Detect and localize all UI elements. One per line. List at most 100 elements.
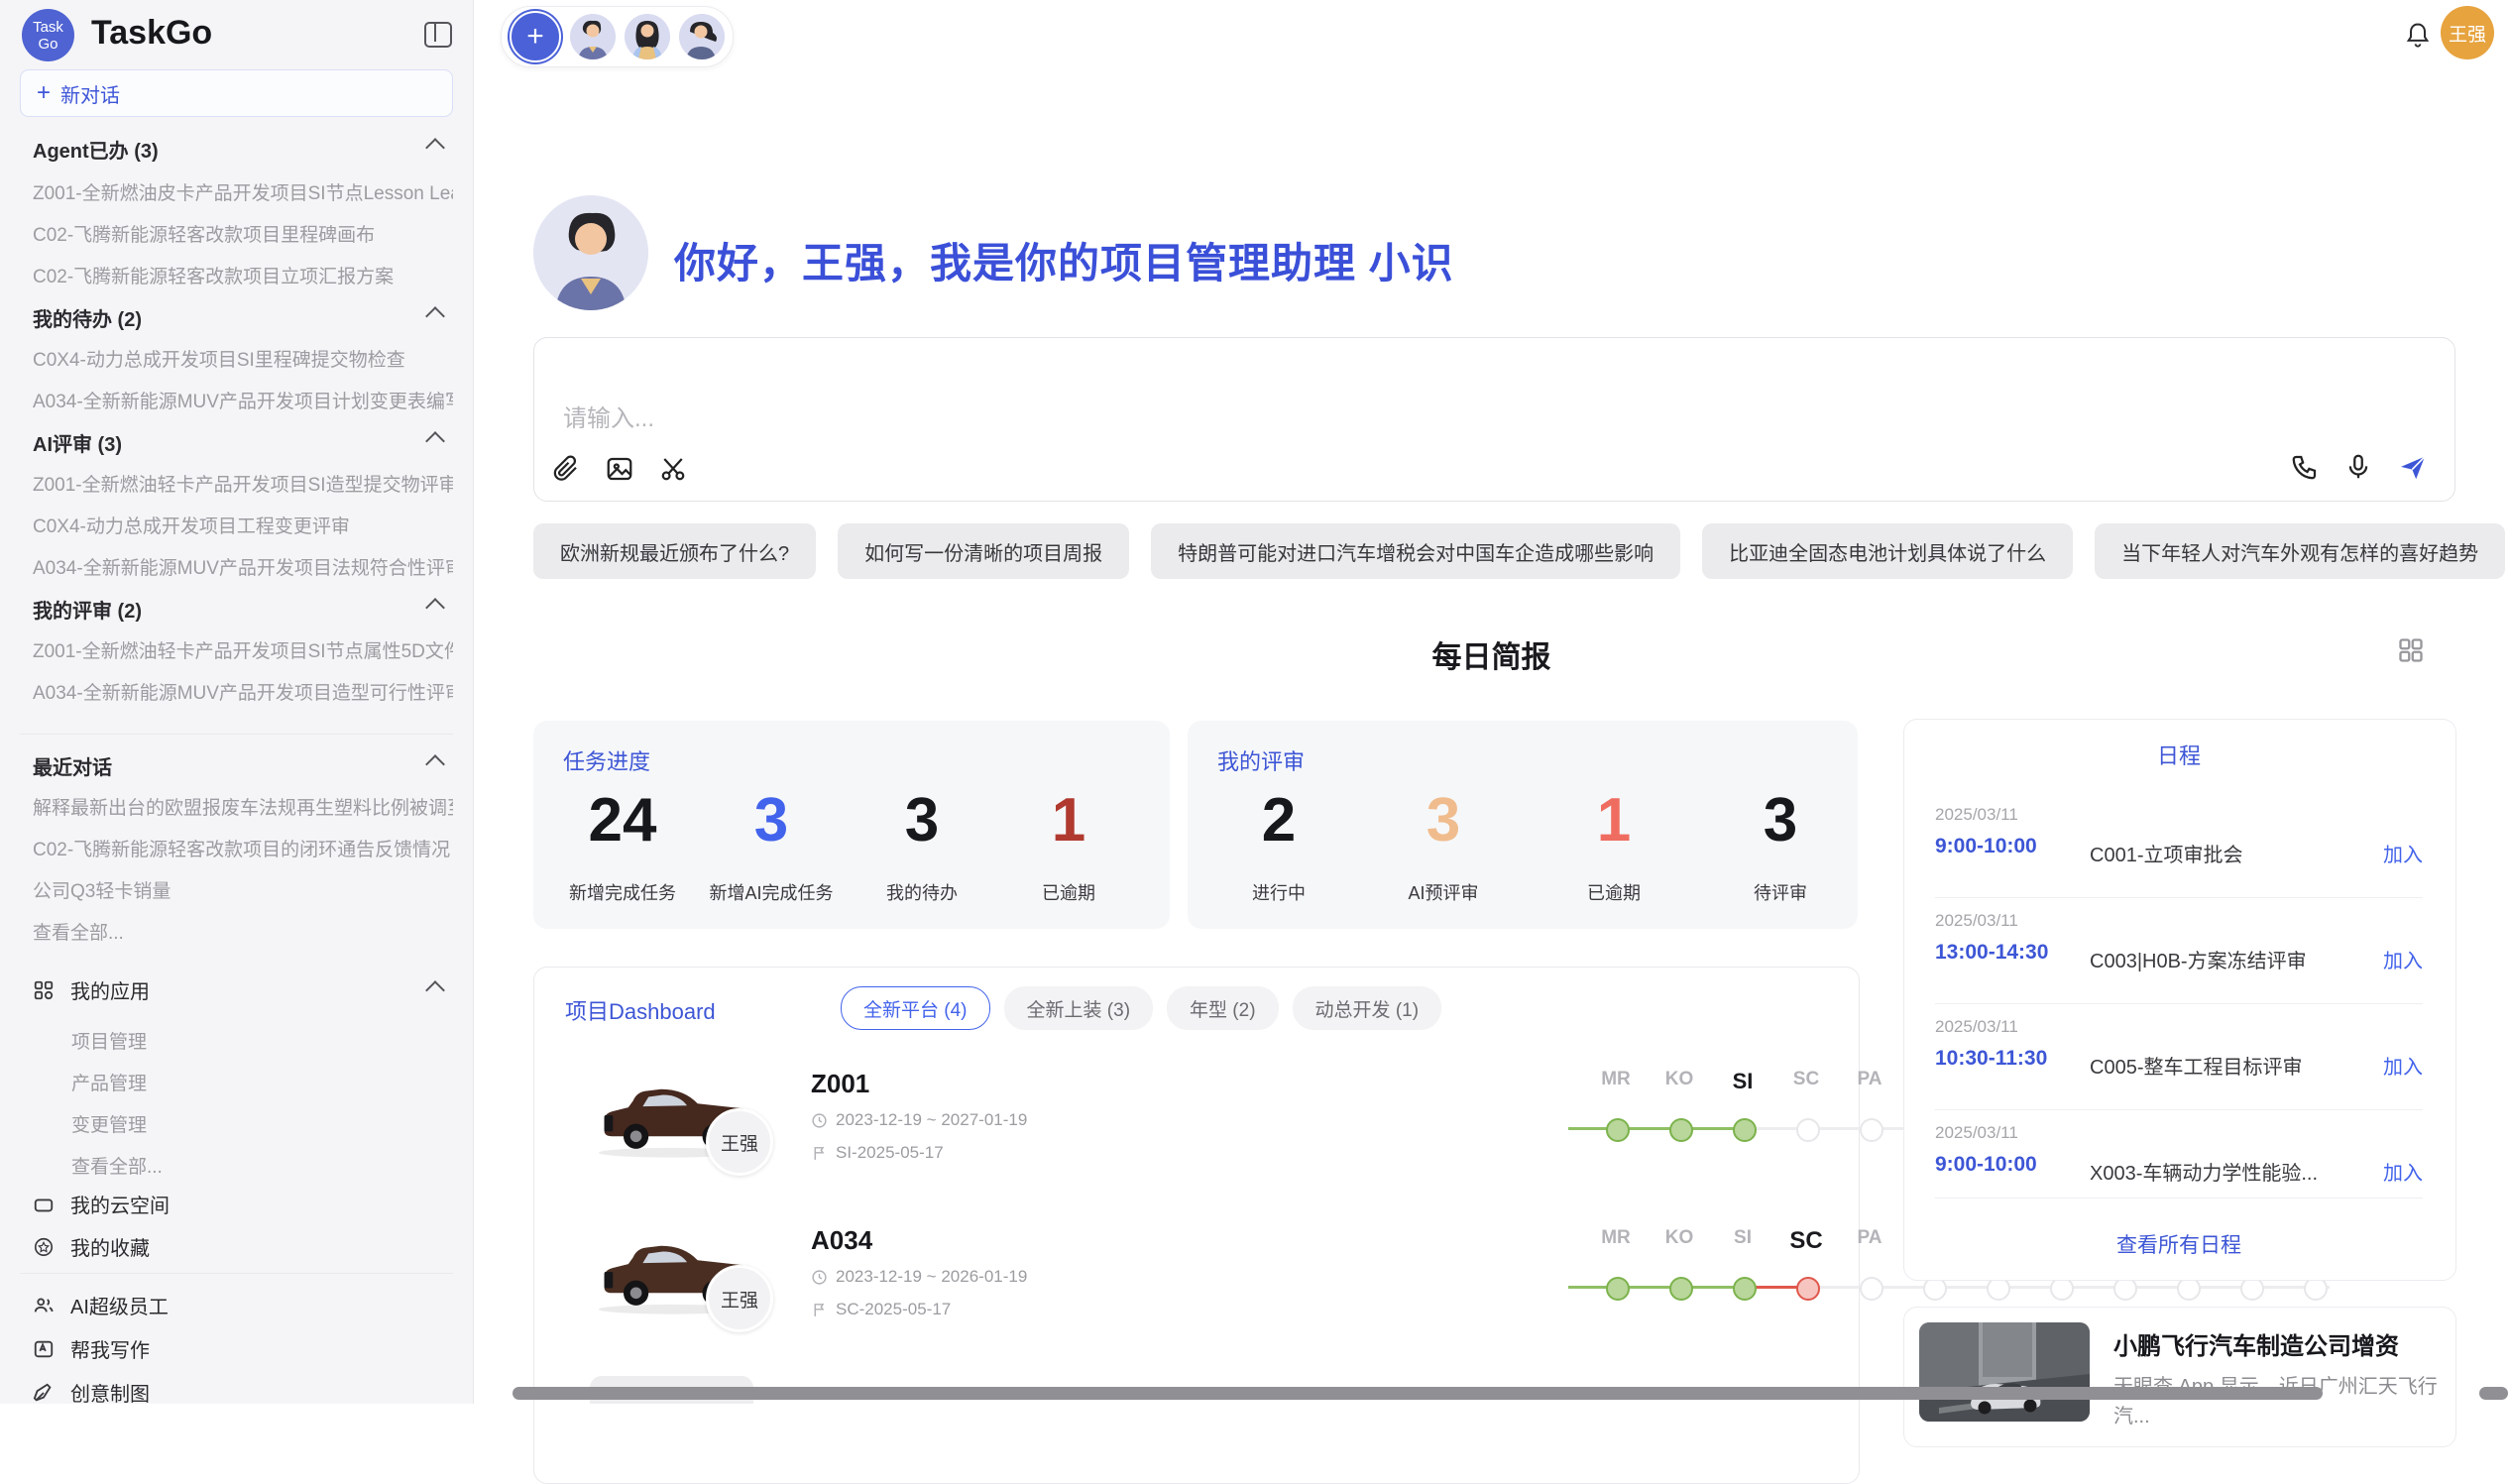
stat-label: AI预评审 <box>1408 879 1478 905</box>
suggestion-chip[interactable]: 如何写一份清晰的项目周报 <box>838 523 1129 579</box>
milestone: MR <box>1584 1069 1648 1148</box>
stat-value: 1 <box>1587 790 1641 852</box>
list-item[interactable]: C02-飞腾新能源轻客改款项目的闭环通告反馈情况 <box>33 835 453 861</box>
tab-label: 全新上装 (3) <box>1027 995 1131 1022</box>
schedule-item[interactable]: 2025/03/11 10:30-11:30 <box>1935 1017 2047 1071</box>
schedule-item[interactable]: 2025/03/11 9:00-10:00 <box>1935 1123 2037 1177</box>
tab-year-model[interactable]: 年型 (2) <box>1167 986 1279 1030</box>
input-attachment-toolbar <box>551 454 688 484</box>
milestone-label: KO <box>1665 1069 1694 1090</box>
schedule-date: 2025/03/11 <box>1935 1017 2047 1037</box>
milestone-label: SI <box>1734 1227 1752 1249</box>
dates-text: 2023-12-19 ~ 2026-01-19 <box>836 1267 1027 1287</box>
phone-icon[interactable] <box>2290 452 2320 482</box>
list-item[interactable]: C02-飞腾新能源轻客改款项目里程碑画布 <box>33 220 453 247</box>
flag-text: SI-2025-05-17 <box>836 1143 944 1163</box>
section-my-todo[interactable]: 我的待办 (2) <box>33 303 449 332</box>
view-all-schedule-link[interactable]: 查看所有日程 <box>1903 1229 2454 1259</box>
notifications-bell-icon[interactable] <box>2404 20 2432 50</box>
list-item[interactable]: A034-全新新能源MUV产品开发项目造型可行性评审 <box>33 678 453 705</box>
dashboard-tabs: 全新平台 (4) 全新上装 (3) 年型 (2) 动总开发 (1) <box>841 986 1441 1030</box>
tab-powertrain[interactable]: 动总开发 (1) <box>1293 986 1442 1030</box>
divider <box>20 734 453 735</box>
apps-view-all[interactable]: 查看全部... <box>71 1152 163 1179</box>
list-item[interactable]: C0X4-动力总成开发项目工程变更评审 <box>33 512 453 538</box>
new-chat-button[interactable]: + 新对话 <box>20 69 453 117</box>
layout-toggle-icon[interactable] <box>2397 636 2425 664</box>
horizontal-scrollbar[interactable] <box>513 1387 2323 1400</box>
join-link[interactable]: 加入 <box>2383 945 2423 973</box>
chat-input-box[interactable] <box>533 337 2455 502</box>
add-conversation-button[interactable]: + <box>510 11 561 62</box>
sidebar-item-my-apps[interactable]: 我的应用 <box>33 975 150 1004</box>
list-item[interactable]: 公司Q3轻卡销量 <box>33 876 453 903</box>
tab-upfit[interactable]: 全新上装 (3) <box>1004 986 1154 1030</box>
sidebar-item-product-mgmt[interactable]: 产品管理 <box>71 1069 147 1095</box>
list-item[interactable]: Z001-全新燃油轻卡产品开发项目SI节点属性5D文件评审 <box>33 636 453 663</box>
chat-input-placeholder: 请输入... <box>563 399 654 433</box>
stat-value: 3 <box>886 790 958 852</box>
join-link[interactable]: 加入 <box>2383 1157 2423 1186</box>
scrollbar-corner[interactable] <box>2479 1387 2508 1400</box>
divider <box>1935 1109 2423 1110</box>
join-link[interactable]: 加入 <box>2383 1051 2423 1080</box>
paperclip-icon[interactable] <box>551 454 581 484</box>
suggestion-chip[interactable]: 当下年轻人对汽车外观有怎样的喜好趋势 <box>2095 523 2505 579</box>
milestone: SC <box>1774 1069 1838 1148</box>
logo-text-1: Task <box>33 19 63 36</box>
schedule-item[interactable]: 2025/03/11 9:00-10:00 <box>1935 805 2037 858</box>
sidebar-item-project-mgmt[interactable]: 项目管理 <box>71 1027 147 1054</box>
stat: 1 已逾期 <box>1042 790 1095 905</box>
my-apps-label: 我的应用 <box>70 975 150 1004</box>
sidebar-item-creative-draw[interactable]: 创意制图 <box>33 1378 150 1407</box>
milestone-dot <box>1669 1118 1693 1142</box>
cloud-space-label: 我的云空间 <box>70 1190 170 1218</box>
sidebar-item-change-mgmt[interactable]: 变更管理 <box>71 1110 147 1137</box>
sidebar-item-ai-staff[interactable]: AI超级员工 <box>33 1291 169 1319</box>
project-code[interactable]: Z001 <box>811 1069 869 1099</box>
user-avatar[interactable]: 王强 <box>2441 6 2494 59</box>
avatar[interactable] <box>625 14 670 59</box>
list-item[interactable]: C02-飞腾新能源轻客改款项目立项汇报方案 <box>33 262 453 288</box>
greeting-text: 你好，王强，我是你的项目管理助理 小识 <box>674 230 1454 290</box>
recent-view-all[interactable]: 查看全部... <box>33 918 453 945</box>
section-recent-chats[interactable]: 最近对话 <box>33 751 449 780</box>
section-ai-review[interactable]: AI评审 (3) <box>33 428 449 457</box>
project-dates: 2023-12-19 ~ 2027-01-19 <box>811 1110 1027 1130</box>
clock-icon <box>811 1269 828 1286</box>
sidebar-item-cloud-space[interactable]: 我的云空间 <box>33 1190 170 1218</box>
project-code[interactable]: A034 <box>811 1225 872 1256</box>
list-item[interactable]: 解释最新出台的欧盟报废车法规再生塑料比例被调至15%... <box>33 793 453 820</box>
send-icon[interactable] <box>2397 452 2427 482</box>
list-item[interactable]: Z001-全新燃油轻卡产品开发项目SI造型提交物评审 <box>33 470 453 497</box>
assistant-avatar <box>533 195 648 310</box>
scissors-icon[interactable] <box>658 454 688 484</box>
sidebar-item-favorites[interactable]: 我的收藏 <box>33 1232 150 1261</box>
avatar[interactable] <box>570 14 616 59</box>
image-icon[interactable] <box>605 454 634 484</box>
schedule-item[interactable]: 2025/03/11 13:00-14:30 <box>1935 911 2048 965</box>
list-item[interactable]: Z001-全新燃油皮卡产品开发项目SI节点Lesson Learn报告 <box>33 178 453 205</box>
milestone-label: MR <box>1601 1069 1631 1090</box>
sidebar-collapse-icon[interactable] <box>424 22 452 48</box>
microphone-icon[interactable] <box>2343 452 2373 482</box>
suggestion-chip[interactable]: 特朗普可能对进口汽车增税会对中国车企造成哪些影响 <box>1151 523 1680 579</box>
list-item[interactable]: C0X4-动力总成开发项目SI里程碑提交物检查 <box>33 345 453 372</box>
milestone-dot <box>1796 1118 1820 1142</box>
tab-label: 全新平台 (4) <box>863 995 968 1022</box>
join-link[interactable]: 加入 <box>2383 839 2423 867</box>
tab-platform[interactable]: 全新平台 (4) <box>841 986 990 1030</box>
suggestion-chip[interactable]: 比亚迪全固态电池计划具体说了什么 <box>1702 523 2073 579</box>
list-item[interactable]: A034-全新新能源MUV产品开发项目法规符合性评审 <box>33 553 453 580</box>
milestone-dot <box>1733 1277 1757 1301</box>
sidebar-item-write-helper[interactable]: 帮我写作 <box>33 1334 150 1363</box>
chevron-up-icon[interactable] <box>425 980 445 1000</box>
schedule-time: 10:30-11:30 <box>1935 1047 2047 1071</box>
section-my-review[interactable]: 我的评审 (2) <box>33 595 449 624</box>
section-agent-done[interactable]: Agent已办 (3) <box>33 135 449 164</box>
list-item[interactable]: A034-全新新能源MUV产品开发项目计划变更表编写 <box>33 387 453 413</box>
suggestion-chip[interactable]: 欧洲新规最近颁布了什么? <box>533 523 816 579</box>
news-title[interactable]: 小鹏飞行汽车制造公司增资 <box>2113 1326 2441 1361</box>
avatar[interactable] <box>679 14 725 59</box>
divider <box>1935 1198 2423 1199</box>
